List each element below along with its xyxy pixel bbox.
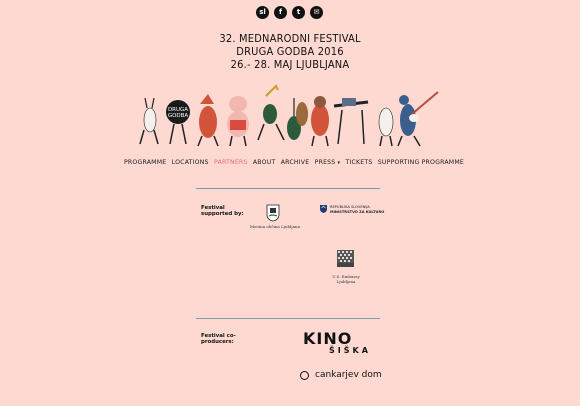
nav-press[interactable]: PRESS ▾ <box>315 159 341 166</box>
title-line-3: 26.- 28. MAJ LJUBLJANA <box>230 58 350 71</box>
nav-about[interactable]: ABOUT <box>253 159 276 166</box>
nav-supporting-programme[interactable]: SUPPORTING PROGRAMME <box>378 159 464 166</box>
divider-top <box>196 188 380 189</box>
white-cat-figure <box>378 107 394 147</box>
us-embassy-logo-text: U.S. Embassy Ljubljana <box>325 274 367 284</box>
pig-figure <box>227 96 249 147</box>
mol-crest-icon[interactable] <box>266 204 280 222</box>
cankarjev-dom-icon <box>300 370 309 380</box>
fox-figure <box>197 94 219 147</box>
twitter-icon[interactable]: t <box>292 6 305 19</box>
divider-bottom <box>196 318 380 319</box>
title-line-2: DRUGA GODBA 2016 <box>236 45 344 58</box>
mol-logo-text: Mestna občina Ljubljana <box>250 224 300 229</box>
main-nav: PROGRAMME LOCATIONS PARTNERS ABOUT ARCHI… <box>124 159 464 166</box>
us-embassy-seal-icon[interactable] <box>337 250 354 267</box>
logo-text-2: GODBA <box>168 113 189 119</box>
coproducers-label: Festival co-producers: <box>201 333 236 346</box>
ministry-logo[interactable]: REPUBLIKA SLOVENIJA MINISTRSTVO ZA KULTU… <box>330 205 384 214</box>
language-sl-icon[interactable]: sl <box>256 6 269 19</box>
white-rabbit-figure <box>139 97 159 145</box>
kino-line-1: KINO <box>303 329 353 348</box>
nav-programme[interactable]: PROGRAMME <box>124 159 166 166</box>
kino-siska-logo[interactable]: KINO ŠIŠKA <box>303 329 371 356</box>
frog-figure <box>257 84 285 141</box>
ministry-line-2: MINISTRSTVO ZA KULTURO <box>330 209 385 214</box>
bear-figure <box>311 96 329 147</box>
facebook-icon[interactable]: f <box>274 6 287 19</box>
embassy-line-2: Ljubljana <box>336 279 356 284</box>
guitar-dog-figure <box>397 91 439 147</box>
cankarjev-dom-text: cankarjev dom <box>315 370 382 380</box>
mail-icon[interactable]: ✉ <box>310 6 323 19</box>
nav-archive[interactable]: ARCHIVE <box>281 159 310 166</box>
title-line-1: 32. MEDNARODNI FESTIVAL <box>219 32 361 45</box>
nav-tickets[interactable]: TICKETS <box>345 159 372 166</box>
festival-title: 32. MEDNARODNI FESTIVAL DRUGA GODBA 2016… <box>0 32 580 71</box>
double-bass-figure <box>287 98 308 140</box>
kino-line-2: ŠIŠKA <box>329 346 371 355</box>
cankarjev-dom-logo[interactable]: cankarjev dom <box>300 370 382 380</box>
druga-godba-logo: DRUGA GODBA <box>166 100 190 145</box>
festival-illustration[interactable]: DRUGA GODBA <box>138 84 444 150</box>
nav-press-label: PRESS <box>314 159 336 166</box>
social-links: sl f t ✉ <box>256 6 323 19</box>
nav-partners[interactable]: PARTNERS <box>214 159 248 166</box>
lying-figure <box>333 98 369 145</box>
ministry-crest-icon <box>320 205 327 213</box>
supported-label: Festival supported by: <box>201 205 244 218</box>
chevron-down-icon: ▾ <box>337 160 341 166</box>
nav-locations[interactable]: LOCATIONS <box>172 159 209 166</box>
